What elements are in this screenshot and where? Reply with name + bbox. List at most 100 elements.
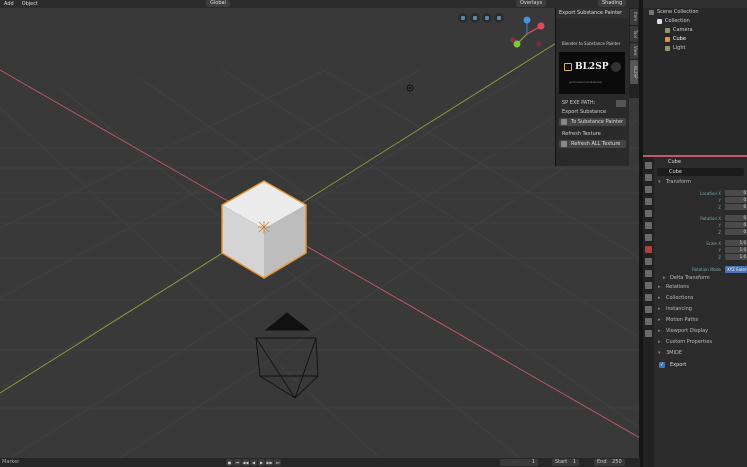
light-icon <box>665 46 670 51</box>
panel-header[interactable]: Export Substance Painter <box>556 8 629 18</box>
viewport-scene <box>0 27 640 458</box>
perspective-icon[interactable] <box>494 13 504 23</box>
scale-x-field[interactable]: 1.0 <box>725 240 747 246</box>
view-layer-tab-icon[interactable] <box>645 198 652 205</box>
relations-section[interactable]: Relations <box>654 283 747 292</box>
location-z-field[interactable]: 0 <box>725 204 747 210</box>
refresh-icon <box>561 141 567 147</box>
timeline-bar: Marker ● ⏮ ◀◀ ◀ ▶ ▶▶ ⏭ 1 Start 1 End 250 <box>0 458 640 467</box>
modifier-tab-icon[interactable] <box>645 258 652 265</box>
scale-y-field[interactable]: 1.0 <box>725 247 747 253</box>
next-keyframe-button[interactable]: ▶▶ <box>266 459 273 466</box>
motion-paths-section[interactable]: Motion Paths <box>654 316 747 325</box>
3mide-section[interactable]: 3MIDE <box>654 349 747 358</box>
to-substance-painter-label: To Substance Painter <box>571 119 624 125</box>
outliner-item-light[interactable]: Light <box>643 44 747 53</box>
delta-transform-section[interactable]: Delta Transform <box>654 274 747 283</box>
orientation-dropdown[interactable]: Global <box>206 0 230 7</box>
zoom-icon[interactable] <box>458 13 468 23</box>
camera-object[interactable] <box>255 312 319 399</box>
collection-tab-icon[interactable] <box>645 234 652 241</box>
refresh-all-texture-button[interactable]: Refresh ALL Texture <box>559 140 626 148</box>
export-checkbox[interactable]: ✓ <box>659 362 665 368</box>
camera-view-icon[interactable] <box>482 13 492 23</box>
folder-browse-icon[interactable] <box>616 99 626 107</box>
scene-tab-icon[interactable] <box>645 210 652 217</box>
scene-collection-label: Scene Collection <box>657 9 699 15</box>
rotation-z-field[interactable]: 0 <box>725 229 747 235</box>
constraints-tab-icon[interactable] <box>645 294 652 301</box>
outliner-item-camera[interactable]: Camera <box>643 26 747 35</box>
object-name-field[interactable]: Cube <box>657 168 744 176</box>
menu-object[interactable]: Object <box>18 1 42 7</box>
location-z-row: Z 0 <box>654 204 747 211</box>
physics-tab-icon[interactable] <box>645 282 652 289</box>
rotation-y-field[interactable]: 0 <box>725 222 747 228</box>
render-tab-icon[interactable] <box>645 174 652 181</box>
record-button[interactable]: ● <box>226 459 233 466</box>
outliner-item-cube[interactable]: Cube <box>643 35 747 44</box>
light-label: Light <box>673 45 686 51</box>
custom-properties-section[interactable]: Custom Properties <box>654 338 747 347</box>
texture-tab-icon[interactable] <box>645 330 652 337</box>
current-frame-field[interactable]: 1 <box>500 459 538 466</box>
scale-y-label: Y <box>718 248 721 253</box>
prev-keyframe-button[interactable]: ◀◀ <box>242 459 249 466</box>
refresh-texture-label: Refresh Texture <box>562 131 601 137</box>
collections-section[interactable]: Collections <box>654 294 747 303</box>
sp-exe-path-label: SP EXE PATH: <box>562 100 596 106</box>
tool-tab-icon[interactable] <box>645 162 652 169</box>
play-button[interactable]: ▶ <box>258 459 265 466</box>
scale-x-row: Scale X 1.0 <box>654 240 747 247</box>
axis-gizmo[interactable] <box>505 14 550 54</box>
jump-end-button[interactable]: ⏭ <box>274 459 281 466</box>
rotation-z-row: Z 0 <box>654 229 747 236</box>
pan-icon[interactable] <box>470 13 480 23</box>
cube-object[interactable] <box>221 180 307 279</box>
export-checkbox-row[interactable]: ✓ Export <box>654 360 747 370</box>
location-y-field[interactable]: 0 <box>725 197 747 203</box>
scene-collection-item[interactable]: Scene Collection <box>643 8 747 17</box>
properties-editor: Cube Cube Transform Location X 0 Y 0 Z 0… <box>643 157 747 467</box>
scale-z-field[interactable]: 1.0 <box>725 254 747 260</box>
refresh-all-texture-label: Refresh ALL Texture <box>571 141 621 147</box>
collection-label: Collection <box>665 18 690 24</box>
outliner-header <box>643 0 747 8</box>
material-tab-icon[interactable] <box>645 318 652 325</box>
end-value: 250 <box>612 459 622 465</box>
rotation-x-field[interactable]: 0 <box>725 215 747 221</box>
logo-tagline: gumroad.com/blender <box>569 80 603 84</box>
start-frame-field[interactable]: Start 1 <box>552 459 579 466</box>
viewport-display-section[interactable]: Viewport Display <box>654 327 747 336</box>
light-object[interactable] <box>406 84 414 92</box>
viewport-header: Add Object Global Overlays Shading <box>0 0 640 8</box>
instancing-section[interactable]: Instancing <box>654 305 747 314</box>
menu-add[interactable]: Add <box>0 1 18 7</box>
transform-section[interactable]: Transform <box>654 178 747 187</box>
tab-bl2sp[interactable]: BL2SP <box>630 60 638 84</box>
output-tab-icon[interactable] <box>645 186 652 193</box>
overlays-dropdown[interactable]: Overlays <box>516 0 547 7</box>
shading-dropdown[interactable]: Shading <box>598 0 627 7</box>
tab-item[interactable]: Item <box>630 9 638 25</box>
jump-start-button[interactable]: ⏮ <box>234 459 241 466</box>
marker-menu[interactable]: Marker <box>2 459 19 466</box>
play-reverse-button[interactable]: ◀ <box>250 459 257 466</box>
collection-item[interactable]: Collection <box>643 17 747 26</box>
end-frame-field[interactable]: End 250 <box>594 459 625 466</box>
3d-viewport[interactable] <box>0 8 640 458</box>
rotation-mode-dropdown[interactable]: XYZ Euler <box>725 266 747 273</box>
rotation-y-row: Y 0 <box>654 222 747 229</box>
start-label: Start <box>555 459 568 465</box>
particles-tab-icon[interactable] <box>645 270 652 277</box>
data-tab-icon[interactable] <box>645 306 652 313</box>
tab-tool[interactable]: Tool <box>630 26 638 42</box>
navigation-buttons <box>458 13 504 23</box>
export-checkbox-label: Export <box>670 362 687 368</box>
to-substance-painter-button[interactable]: To Substance Painter <box>559 118 626 126</box>
scale-z-label: Z <box>718 255 721 260</box>
world-tab-icon[interactable] <box>645 222 652 229</box>
location-x-field[interactable]: 0 <box>725 190 747 196</box>
object-tab-icon[interactable] <box>645 246 652 253</box>
tab-view[interactable]: View <box>630 43 638 59</box>
